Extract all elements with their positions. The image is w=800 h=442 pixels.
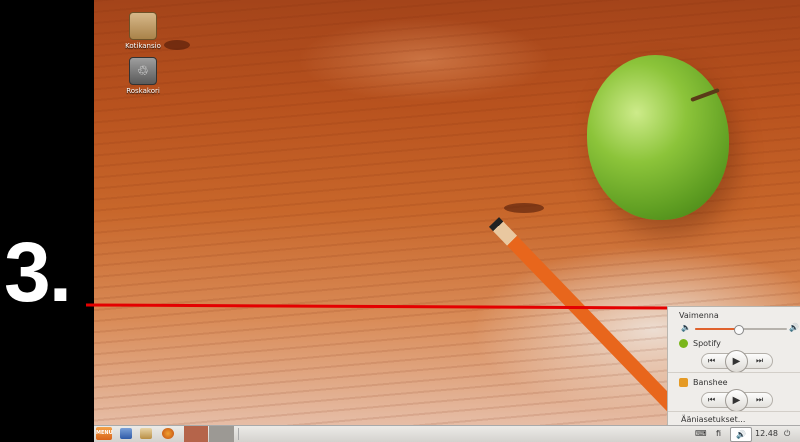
volume-slider[interactable] [695, 325, 787, 335]
volume-slider-handle[interactable] [734, 325, 745, 335]
desktop-icon-label: Roskakori [126, 87, 160, 95]
player-name[interactable]: Spotify [693, 339, 721, 348]
next-track-button[interactable]: ⏭ [756, 354, 763, 368]
sound-menu: Vaimenna 🔈 🔊 Spotify ⏮ ▶ ⏭ Banshee ⏮ ▶ ⏭ [667, 306, 800, 427]
step-number-label: 3. [4, 225, 72, 319]
player-controls: ⏮ ▶ ⏭ [701, 389, 773, 412]
previous-track-button[interactable]: ⏮ [708, 354, 715, 368]
player-controls: ⏮ ▶ ⏭ [701, 350, 773, 373]
next-track-button[interactable]: ⏭ [756, 393, 763, 407]
mute-menu-item[interactable]: Vaimenna [679, 311, 719, 320]
apple-image [587, 55, 729, 220]
taskbar-window-button[interactable] [184, 426, 208, 442]
volume-high-icon: 🔊 [789, 323, 799, 332]
annotation-band: 3. [0, 0, 94, 441]
banshee-icon [679, 378, 688, 387]
trash-icon: ♲ [129, 57, 157, 85]
power-icon[interactable]: ⏻ [784, 427, 790, 441]
menu-separator [668, 411, 800, 412]
clock[interactable]: 12.48 [755, 427, 778, 441]
keyboard-icon[interactable]: ⌨ [695, 427, 707, 441]
file-manager-icon[interactable] [140, 428, 152, 439]
desktop-icon-trash[interactable]: ♲ Roskakori [118, 57, 168, 95]
play-button[interactable]: ▶ [725, 350, 748, 373]
bottom-panel: MENU ⌨ fi 🔊 12.48 ⏻ [94, 425, 800, 442]
volume-tray-icon[interactable]: 🔊 [730, 427, 752, 442]
spotify-icon [679, 339, 688, 348]
previous-track-button[interactable]: ⏮ [708, 393, 715, 407]
volume-slider-fill [695, 328, 739, 330]
play-button[interactable]: ▶ [725, 389, 748, 412]
taskbar-window-button[interactable] [209, 426, 234, 442]
firefox-icon[interactable] [162, 428, 174, 439]
wood-knot [504, 203, 544, 213]
player-name[interactable]: Banshee [693, 378, 728, 387]
player-banshee: Banshee ⏮ ▶ ⏭ [679, 378, 794, 412]
main-menu-button[interactable]: MENU [96, 427, 113, 440]
show-desktop-icon[interactable] [120, 428, 132, 439]
volume-low-icon: 🔈 [681, 323, 691, 332]
sound-settings-menu-item[interactable]: Ääniasetukset... [681, 415, 745, 424]
player-spotify: Spotify ⏮ ▶ ⏭ [679, 339, 794, 373]
desktop-icon-home[interactable]: Kotikansio [118, 12, 168, 50]
menu-separator [668, 372, 800, 373]
home-folder-icon [129, 12, 157, 40]
panel-separator [238, 428, 239, 440]
desktop-icon-label: Kotikansio [125, 42, 161, 50]
volume-row: 🔈 🔊 [681, 323, 799, 335]
keyboard-layout-indicator[interactable]: fi [716, 427, 721, 441]
